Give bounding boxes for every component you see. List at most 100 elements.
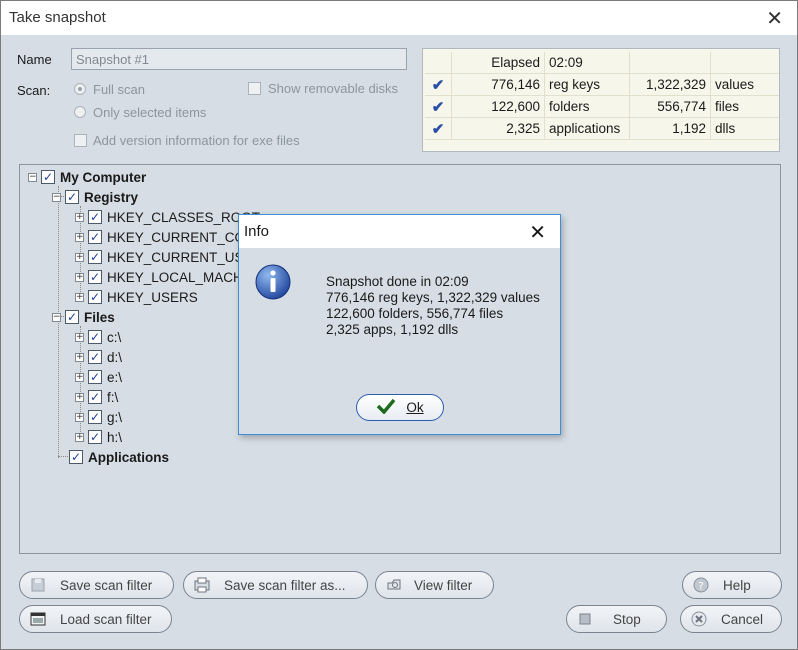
stat-count: 776,146 xyxy=(451,73,545,96)
message-line: 122,600 folders, 556,774 files xyxy=(326,306,504,321)
checked-icon[interactable]: ✓ xyxy=(41,170,55,184)
snapshot-name-field[interactable]: Snapshot #1 xyxy=(71,48,407,70)
tree-node-drive[interactable]: + ✓ g:\ xyxy=(75,408,122,426)
tree-node-my-computer[interactable]: − ✓ My Computer xyxy=(28,168,146,186)
expand-icon[interactable]: + xyxy=(75,392,84,402)
save-scan-filter-as-button[interactable]: Save scan filter as... xyxy=(183,571,368,599)
show-removable-checkbox[interactable] xyxy=(248,82,261,95)
only-selected-label: Only selected items xyxy=(93,105,207,120)
tree-node-hkey[interactable]: + ✓ HKEY_CLASSES_ROOT xyxy=(75,208,260,226)
tree-node-hkey[interactable]: + ✓ HKEY_CURRENT_US xyxy=(75,248,244,266)
tree-node-drive[interactable]: + ✓ f:\ xyxy=(75,388,118,406)
dialog-title: Info xyxy=(244,223,270,240)
tree-node-hkey[interactable]: + ✓ HKEY_USERS xyxy=(75,288,198,306)
ok-button[interactable]: Ok xyxy=(356,394,444,421)
stat-label: files xyxy=(710,95,779,118)
expand-icon[interactable]: + xyxy=(75,292,84,302)
message-line: 2,325 apps, 1,192 dlls xyxy=(326,322,459,337)
checked-icon[interactable]: ✓ xyxy=(88,370,102,384)
tree-label: c:\ xyxy=(107,329,122,345)
full-scan-radio[interactable] xyxy=(74,83,86,95)
tree-node-drive[interactable]: + ✓ d:\ xyxy=(75,348,122,366)
checked-icon[interactable]: ✓ xyxy=(65,190,79,204)
message-line: 776,146 reg keys, 1,322,329 values xyxy=(326,290,540,305)
button-label: Save scan filter as... xyxy=(224,577,346,593)
stat-label: values xyxy=(710,73,779,96)
stat-label: reg keys xyxy=(544,73,630,96)
stop-button[interactable]: Stop xyxy=(566,605,667,633)
checked-icon[interactable]: ✓ xyxy=(88,430,102,444)
check-icon: ✔ xyxy=(425,117,452,140)
tree-node-hkey[interactable]: + ✓ HKEY_CURRENT_CO xyxy=(75,228,245,246)
checked-icon[interactable]: ✓ xyxy=(88,390,102,404)
tree-node-drive[interactable]: + ✓ e:\ xyxy=(75,368,122,386)
only-selected-radio[interactable] xyxy=(74,106,86,118)
expand-icon[interactable]: + xyxy=(75,352,84,362)
stat-count: 1,322,329 xyxy=(629,73,711,96)
expand-icon[interactable]: + xyxy=(75,272,84,282)
checked-icon[interactable]: ✓ xyxy=(88,250,102,264)
expand-icon[interactable]: + xyxy=(75,372,84,382)
expand-icon[interactable]: + xyxy=(75,232,84,242)
checked-icon[interactable]: ✓ xyxy=(88,230,102,244)
button-label: Stop xyxy=(613,611,641,627)
tree-label: d:\ xyxy=(107,349,123,365)
tree-label: HKEY_CURRENT_US xyxy=(107,249,244,265)
stats-panel: Elapsed 02:09 ✔ 776,146 reg keys 1,322,3… xyxy=(422,48,780,152)
tree-node-applications[interactable]: ✓ Applications xyxy=(69,448,169,466)
add-version-checkbox[interactable] xyxy=(74,134,87,147)
checked-icon[interactable]: ✓ xyxy=(88,350,102,364)
checked-icon[interactable]: ✓ xyxy=(88,410,102,424)
stat-label: applications xyxy=(544,117,630,140)
scan-label: Scan: xyxy=(17,83,51,98)
view-filter-button[interactable]: View filter xyxy=(375,571,494,599)
dialog-message: Snapshot done in 02:09 776,146 reg keys,… xyxy=(326,274,540,338)
check-icon: ✔ xyxy=(425,73,452,96)
show-removable-label: Show removable disks xyxy=(268,81,399,96)
help-button[interactable]: ? Help xyxy=(682,571,782,599)
check-icon: ✔ xyxy=(425,95,452,118)
cancel-button[interactable]: Cancel xyxy=(680,605,782,633)
tree-node-drive[interactable]: + ✓ c:\ xyxy=(75,328,121,346)
info-dialog: Info ✕ Snapshot done in 02:09 776,146 re… xyxy=(238,214,561,435)
expand-icon[interactable]: + xyxy=(75,432,84,442)
checked-icon[interactable]: ✓ xyxy=(88,290,102,304)
save-as-icon xyxy=(194,577,210,593)
ok-label: Ok xyxy=(406,400,424,415)
dialog-close-icon[interactable]: ✕ xyxy=(529,220,546,245)
checked-icon[interactable]: ✓ xyxy=(88,210,102,224)
stat-count: 1,192 xyxy=(629,117,711,140)
load-icon xyxy=(30,611,46,627)
stat-count: 122,600 xyxy=(451,95,545,118)
checked-icon[interactable]: ✓ xyxy=(65,310,79,324)
tree-node-files[interactable]: − ✓ Files xyxy=(52,308,115,326)
tree-node-drive[interactable]: + ✓ h:\ xyxy=(75,428,122,446)
name-label: Name xyxy=(17,52,52,67)
tree-label: h:\ xyxy=(107,429,123,445)
checked-icon[interactable]: ✓ xyxy=(69,450,83,464)
collapse-icon[interactable]: − xyxy=(28,172,37,182)
load-scan-filter-button[interactable]: Load scan filter xyxy=(19,605,172,633)
window-close-icon[interactable]: ✕ xyxy=(766,6,783,31)
checked-icon[interactable]: ✓ xyxy=(88,330,102,344)
stat-count: 2,325 xyxy=(451,117,545,140)
collapse-icon[interactable]: − xyxy=(52,312,61,322)
tree-label: HKEY_CURRENT_CO xyxy=(107,229,246,245)
button-label: Cancel xyxy=(721,611,764,627)
expand-icon[interactable]: + xyxy=(75,412,84,422)
expand-icon[interactable]: + xyxy=(75,252,84,262)
collapse-icon[interactable]: − xyxy=(52,192,61,202)
save-scan-filter-button[interactable]: Save scan filter xyxy=(19,571,174,599)
checked-icon[interactable]: ✓ xyxy=(88,270,102,284)
tree-node-hkey[interactable]: + ✓ HKEY_LOCAL_MACH xyxy=(75,268,243,286)
title-bar: Take snapshot ✕ xyxy=(1,1,797,35)
message-line: Snapshot done in 02:09 xyxy=(326,274,469,289)
svg-text:?: ? xyxy=(698,581,703,592)
button-label: View filter xyxy=(414,577,473,593)
expand-icon[interactable]: + xyxy=(75,332,84,342)
tree-label: g:\ xyxy=(107,409,123,425)
tree-node-registry[interactable]: − ✓ Registry xyxy=(52,188,138,206)
checkmark-icon xyxy=(376,398,396,417)
tree-label: Registry xyxy=(84,189,139,205)
expand-icon[interactable]: + xyxy=(75,212,84,222)
